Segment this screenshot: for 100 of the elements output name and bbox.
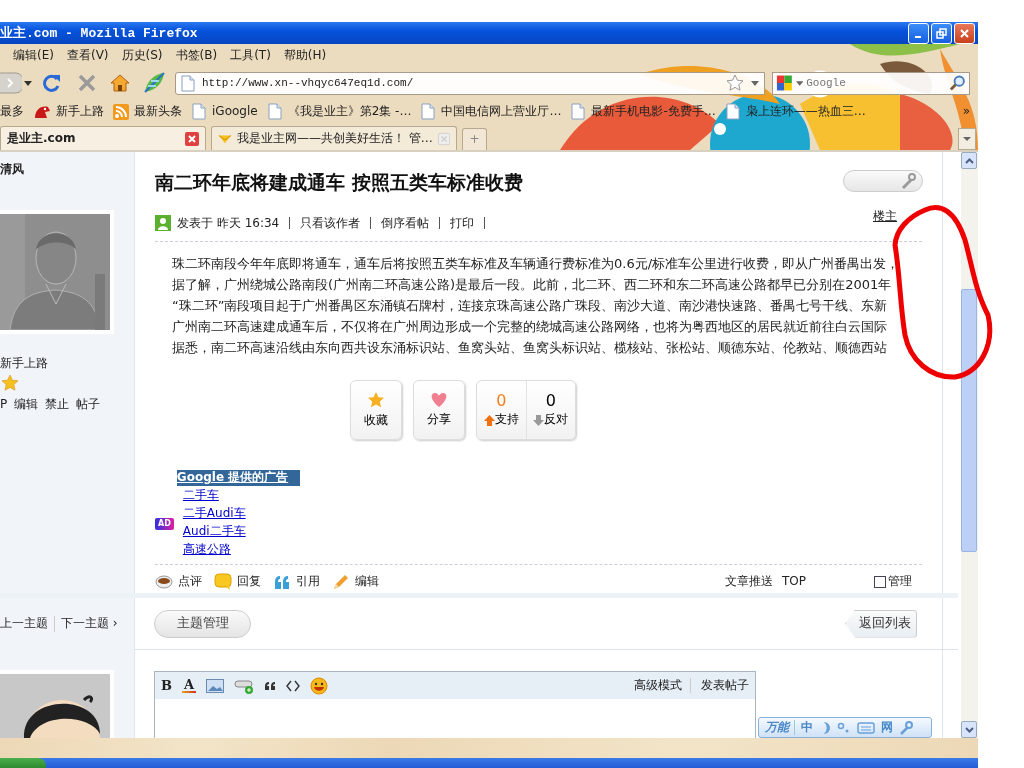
reload-icon[interactable] — [42, 73, 62, 93]
page-icon — [570, 103, 587, 120]
keyboard-icon — [857, 721, 875, 734]
next-topic-link[interactable]: 下一主题 › — [54, 616, 118, 632]
scroll-down-button[interactable] — [961, 721, 978, 738]
previous-topic-link[interactable]: 上一主题 — [0, 616, 48, 632]
close-icon[interactable] — [959, 27, 970, 39]
browser-tab[interactable]: 是业主.com — [0, 126, 206, 150]
code-icon[interactable] — [286, 679, 300, 692]
quote-icon[interactable] — [264, 679, 276, 692]
smiley-icon[interactable] — [310, 676, 328, 695]
body-text-line: “珠二环”南段项目起于广州番禺区东涌镇石牌村，连接京珠高速公路广珠段、南沙大道、南沙港快速路、番禺七号干线、东新 — [172, 297, 889, 315]
window-title: 业主.com - Mozilla Firefox — [0, 24, 198, 42]
user-rank: 新手上路 — [0, 355, 49, 372]
menu-item[interactable]: 工具(T) — [230, 48, 271, 64]
google-icon[interactable] — [776, 74, 793, 92]
oppose-button[interactable]: 0 反对 — [525, 381, 575, 439]
wrench-icon — [899, 720, 913, 735]
user-icon — [155, 215, 171, 231]
reply-link[interactable]: 回复 — [214, 572, 261, 591]
feed-icon — [113, 103, 129, 120]
coffee-cup-icon — [155, 572, 173, 591]
search-bar[interactable]: Google — [772, 71, 970, 95]
push-link[interactable]: 文章推送 — [725, 573, 773, 590]
top-link[interactable]: TOP — [782, 573, 806, 590]
floor-label: 楼主 — [873, 209, 897, 225]
ad-link[interactable]: Audi二手车 — [182, 521, 301, 540]
scroll-up-button[interactable] — [961, 152, 978, 169]
bookmark-item[interactable]: 《我是业主》第2集 -… — [266, 103, 412, 120]
link-icon[interactable] — [234, 677, 254, 694]
post-link[interactable]: 只看该作者 — [289, 217, 371, 229]
bookmark-item[interactable]: 最多 — [0, 103, 24, 120]
scrollbar-thumb[interactable] — [961, 289, 978, 552]
search-field[interactable] — [843, 170, 923, 192]
browser-tab[interactable]: 我是业主网——共创美好生活！ 管… — [211, 126, 457, 150]
home-icon[interactable] — [110, 73, 130, 93]
bookmark-item[interactable]: iGoogle — [191, 103, 258, 120]
page-icon — [191, 103, 207, 120]
menu-item[interactable]: 查看(V) — [66, 48, 109, 64]
page-icon — [420, 103, 437, 120]
comment-link[interactable]: 点评 — [155, 572, 202, 591]
body-text-line: 据悉，南二环高速沿线由东向西共设东涌标识站、鱼窝头站、鱼窝头标识站、榄核站、张松站、顺德东站、伦教站、顺德西站 — [172, 339, 888, 357]
user-action-link[interactable]: 帖子 — [76, 397, 101, 413]
more-bookmarks-button[interactable]: » — [962, 103, 970, 120]
post-link[interactable]: 发表帖子 — [690, 677, 749, 694]
share-button[interactable]: 分享 — [413, 380, 465, 440]
dropdown-icon[interactable] — [963, 136, 971, 142]
ad-link[interactable]: 高速公路 — [182, 539, 301, 558]
menu-item[interactable]: 书签(B) — [175, 48, 218, 64]
close-button[interactable] — [954, 22, 975, 44]
post-title: 南二环年底将建成通车 按照五类车标准收费 — [155, 170, 523, 195]
reply-editor[interactable]: B A 高级模式 发表帖子 — [154, 671, 756, 738]
bookmark-star-icon[interactable] — [726, 74, 744, 92]
favorite-button[interactable]: 收藏 — [350, 380, 402, 440]
post-link[interactable]: 打印 — [439, 217, 486, 229]
dropdown-icon[interactable] — [750, 78, 760, 88]
menu-item[interactable]: 帮助(H) — [283, 48, 327, 64]
menu-item[interactable]: 编辑(E) — [13, 48, 54, 64]
ad-link[interactable]: 二手车 — [182, 485, 301, 504]
close-tab-icon[interactable] — [185, 131, 199, 146]
restore-icon[interactable] — [936, 27, 947, 39]
bold-button[interactable]: B — [161, 679, 172, 692]
star-icon — [367, 391, 385, 410]
advanced-mode-link[interactable]: 高级模式 — [634, 677, 682, 694]
minimize-button[interactable] — [908, 22, 929, 44]
start-button[interactable] — [0, 758, 46, 768]
search-field[interactable]: Google — [806, 77, 947, 89]
address-field[interactable]: http://www.xn--vhqyc647eq1d.com/ — [175, 71, 765, 95]
avatar-icon — [0, 674, 110, 738]
menu-item[interactable]: 历史(S) — [121, 48, 163, 64]
user-action-link[interactable]: 编辑 — [14, 397, 39, 413]
username[interactable]: 清风 — [0, 152, 134, 178]
tab-list-button[interactable] — [958, 128, 976, 150]
quote-link[interactable]: 引用 — [273, 572, 320, 591]
ad-link[interactable]: 二手Audi车 — [182, 503, 301, 522]
bookmark-item[interactable]: 最新头条 — [113, 103, 182, 120]
bookmark-item[interactable]: 新手上路 — [33, 103, 104, 120]
leaf-icon[interactable] — [143, 72, 165, 94]
down-arrow-icon — [533, 414, 545, 426]
search-icon[interactable] — [949, 74, 966, 92]
image-icon[interactable] — [206, 678, 224, 693]
user-action-link[interactable]: P — [0, 397, 8, 413]
page-icon — [266, 103, 283, 120]
page-icon — [724, 103, 741, 120]
punctuation-icon — [837, 721, 851, 734]
dropdown-icon[interactable] — [795, 79, 804, 87]
restore-button[interactable] — [931, 22, 952, 44]
ads-header[interactable]: Google 提供的广告 — [176, 470, 301, 486]
edit-link[interactable]: 编辑 — [332, 572, 379, 591]
body-text-line: 珠二环南段今年年底即将通车，通车后将按照五类车标准及车辆通行费标准为0.6元/标准车公里进行收费，即从广州番禺出发， — [172, 255, 901, 273]
body-text-line: 据了解，广州绕城公路南段(广州南二环高速公路)是最后一段。此前，北二环、西二环和东二环高速公路都早已分别在2001年 — [172, 276, 893, 294]
topic-manage-button[interactable]: 主题管理 — [154, 609, 251, 638]
support-button[interactable]: 0 支持 — [477, 381, 526, 439]
manage-checkbox[interactable]: 管理 — [874, 573, 912, 590]
user-action-link[interactable]: 禁止 — [45, 397, 70, 413]
bookmark-item[interactable]: 中国电信网上营业厅… — [420, 103, 562, 120]
post-link[interactable]: 倒序看帖 — [370, 217, 440, 229]
font-color-button[interactable]: A — [182, 678, 196, 693]
back-to-list-button[interactable]: 返回列表 — [845, 609, 917, 638]
up-arrow-icon — [483, 414, 495, 426]
